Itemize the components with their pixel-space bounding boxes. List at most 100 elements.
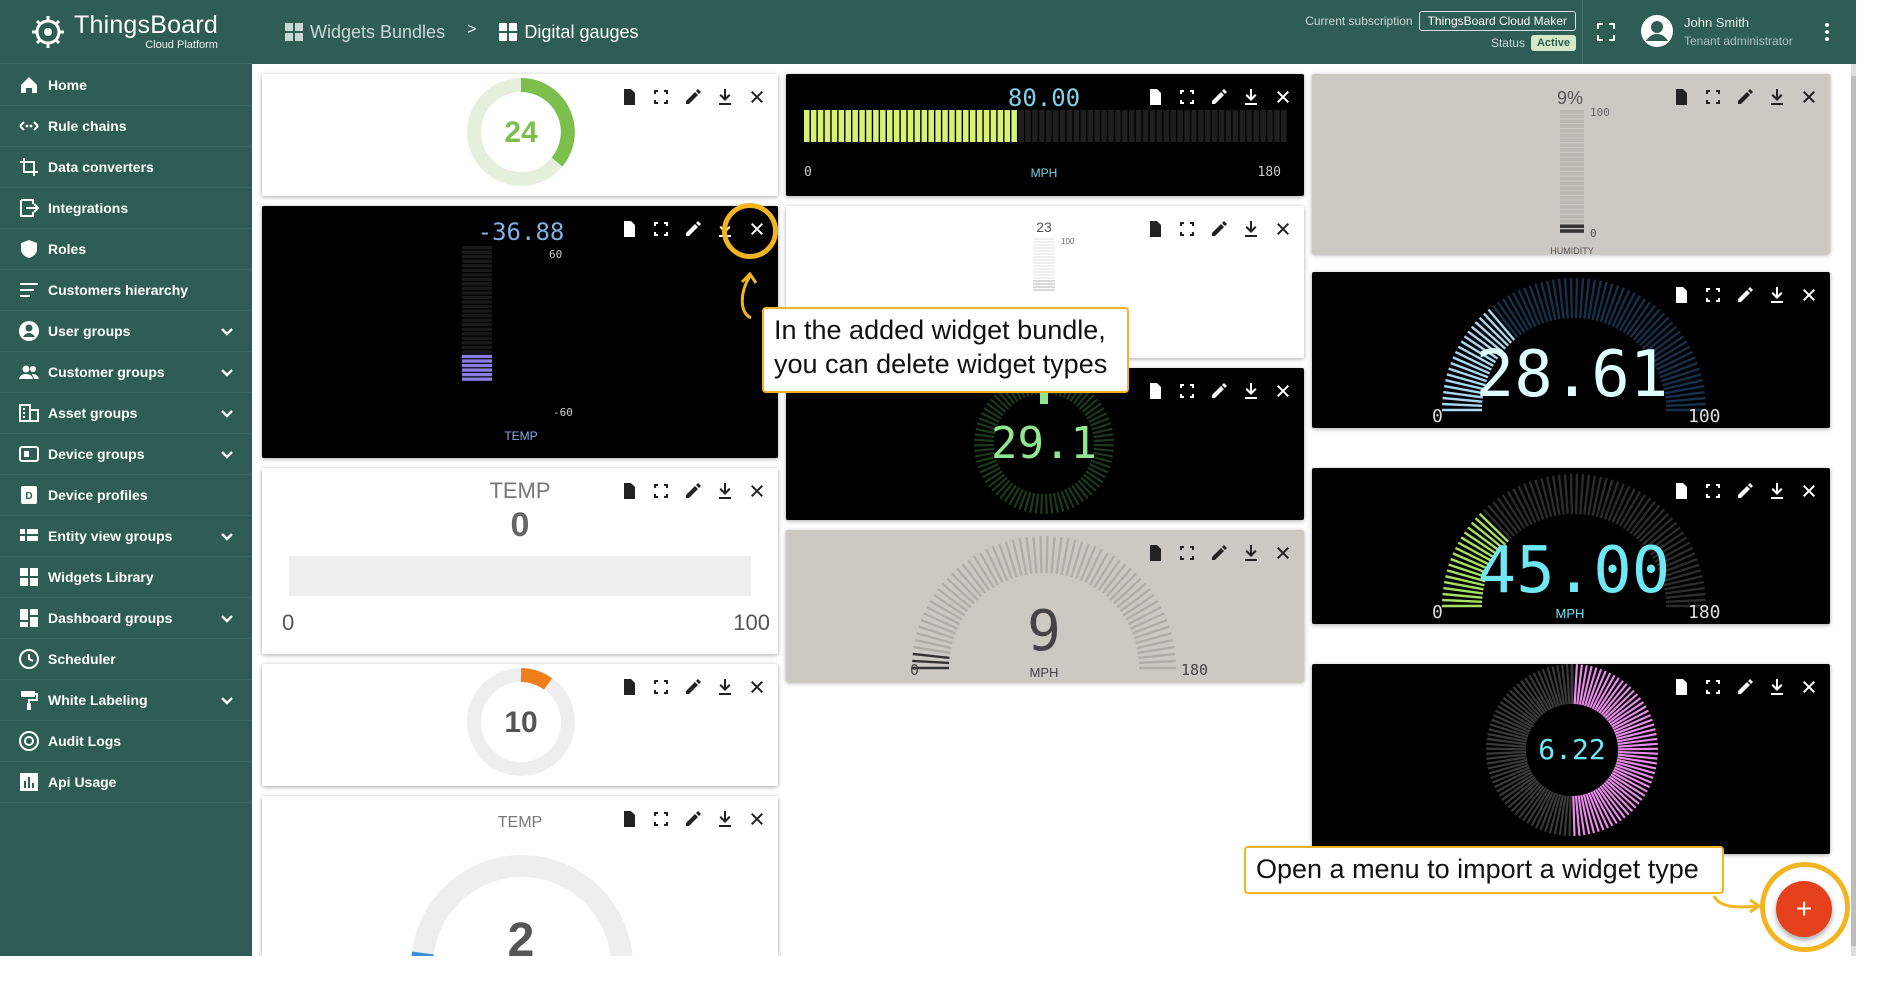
export-json-button[interactable]	[620, 810, 638, 828]
download-button[interactable]	[1242, 220, 1260, 238]
fullscreen-button[interactable]	[652, 220, 670, 238]
sidebar-item-entity-view-groups[interactable]: Entity view groups	[0, 516, 252, 557]
export-json-button[interactable]	[1146, 382, 1164, 400]
widget-card-arc-mph-grey[interactable]: 9 0 MPH 180	[786, 530, 1304, 682]
export-json-button[interactable]	[620, 88, 638, 106]
edit-button[interactable]	[684, 220, 702, 238]
chevron-down-icon[interactable]	[218, 323, 236, 341]
sidebar-item-home[interactable]: Home	[0, 65, 252, 106]
edit-button[interactable]	[1210, 382, 1228, 400]
download-button[interactable]	[1768, 286, 1786, 304]
chevron-down-icon[interactable]	[218, 405, 236, 423]
fullscreen-button[interactable]	[652, 88, 670, 106]
close-button[interactable]	[1800, 482, 1818, 500]
widget-card-horizontal-bar-mph[interactable]: 80.00 0 MPH 180	[786, 74, 1304, 196]
more-vert-icon[interactable]	[1816, 21, 1838, 43]
edit-button[interactable]	[1736, 286, 1754, 304]
download-button[interactable]	[716, 678, 734, 696]
fullscreen-button[interactable]	[1704, 678, 1722, 696]
fullscreen-button[interactable]	[1704, 286, 1722, 304]
close-button[interactable]	[748, 678, 766, 696]
export-json-button[interactable]	[620, 220, 638, 238]
sidebar-item-device-groups[interactable]: Device groups	[0, 434, 252, 475]
avatar[interactable]	[1640, 14, 1674, 48]
widget-card-donut-6[interactable]: 6.22	[1312, 664, 1830, 854]
chevron-down-icon[interactable]	[218, 610, 236, 628]
close-button[interactable]	[1274, 88, 1292, 106]
chevron-down-icon[interactable]	[218, 364, 236, 382]
fullscreen-button[interactable]	[652, 482, 670, 500]
widget-card-donut-10[interactable]: 10	[262, 664, 778, 786]
sidebar-item-customer-groups[interactable]: Customer groups	[0, 352, 252, 393]
sidebar-item-roles[interactable]: Roles	[0, 229, 252, 270]
edit-button[interactable]	[1210, 220, 1228, 238]
export-json-button[interactable]	[1146, 544, 1164, 562]
edit-button[interactable]	[1736, 482, 1754, 500]
widget-card-arc-temp[interactable]: TEMP 2	[262, 796, 778, 956]
export-json-button[interactable]	[1146, 88, 1164, 106]
sidebar-item-asset-groups[interactable]: Asset groups	[0, 393, 252, 434]
sidebar-item-rule-chains[interactable]: Rule chains	[0, 106, 252, 147]
sidebar-item-scheduler[interactable]: Scheduler	[0, 639, 252, 680]
close-button[interactable]	[1274, 220, 1292, 238]
close-button[interactable]	[1800, 678, 1818, 696]
download-button[interactable]	[1768, 678, 1786, 696]
export-json-button[interactable]	[1146, 220, 1164, 238]
edit-button[interactable]	[684, 482, 702, 500]
fullscreen-button[interactable]	[652, 678, 670, 696]
export-json-button[interactable]	[1672, 678, 1690, 696]
subscription-plan[interactable]: ThingsBoard Cloud Maker	[1418, 11, 1576, 31]
close-button[interactable]	[748, 482, 766, 500]
fullscreen-button[interactable]	[1178, 544, 1196, 562]
edit-button[interactable]	[1736, 88, 1754, 106]
close-button[interactable]	[748, 810, 766, 828]
close-button[interactable]	[748, 88, 766, 106]
sidebar-item-integrations[interactable]: Integrations	[0, 188, 252, 229]
sidebar-item-widgets-library[interactable]: Widgets Library	[0, 557, 252, 598]
fullscreen-button[interactable]	[1178, 88, 1196, 106]
edit-button[interactable]	[684, 810, 702, 828]
sidebar-item-audit-logs[interactable]: Audit Logs	[0, 721, 252, 762]
logo[interactable]: ThingsBoard Cloud Platform	[0, 0, 252, 64]
edit-button[interactable]	[684, 678, 702, 696]
fullscreen-button[interactable]	[1178, 220, 1196, 238]
close-button[interactable]	[1800, 286, 1818, 304]
scrollbar-thumb[interactable]	[1851, 76, 1856, 946]
sidebar-item-customers-hierarchy[interactable]: Customers hierarchy	[0, 270, 252, 311]
sidebar-item-user-groups[interactable]: User groups	[0, 311, 252, 352]
sidebar-item-white-labeling[interactable]: White Labeling	[0, 680, 252, 721]
export-json-button[interactable]	[1672, 482, 1690, 500]
widget-card-arc-28[interactable]: 28.61 0 100	[1312, 272, 1830, 428]
widget-card-donut-24[interactable]: 24	[262, 74, 778, 196]
edit-button[interactable]	[1210, 544, 1228, 562]
edit-button[interactable]	[1736, 678, 1754, 696]
close-button[interactable]	[1274, 382, 1292, 400]
download-button[interactable]	[1242, 544, 1260, 562]
download-button[interactable]	[716, 810, 734, 828]
chevron-down-icon[interactable]	[218, 528, 236, 546]
fullscreen-button[interactable]	[1178, 382, 1196, 400]
export-json-button[interactable]	[1672, 286, 1690, 304]
sidebar-item-data-converters[interactable]: Data converters	[0, 147, 252, 188]
export-json-button[interactable]	[620, 678, 638, 696]
download-button[interactable]	[716, 482, 734, 500]
fullscreen-button[interactable]	[652, 810, 670, 828]
chevron-down-icon[interactable]	[218, 446, 236, 464]
add-widget-type-button[interactable]: +	[1776, 881, 1832, 937]
sidebar-item-api-usage[interactable]: Api Usage	[0, 762, 252, 803]
fullscreen-icon[interactable]	[1596, 22, 1616, 42]
download-button[interactable]	[1242, 382, 1260, 400]
download-button[interactable]	[1768, 482, 1786, 500]
sidebar-item-dashboard-groups[interactable]: Dashboard groups	[0, 598, 252, 639]
fullscreen-button[interactable]	[1704, 88, 1722, 106]
sidebar-item-device-profiles[interactable]: D Device profiles	[0, 475, 252, 516]
close-button[interactable]	[1274, 544, 1292, 562]
download-button[interactable]	[716, 88, 734, 106]
fullscreen-button[interactable]	[1704, 482, 1722, 500]
widget-card-humidity[interactable]: 9% 100 0 HUMIDITY	[1312, 74, 1830, 254]
download-button[interactable]	[1768, 88, 1786, 106]
close-button[interactable]	[1800, 88, 1818, 106]
widget-card-vertical-bar-temp[interactable]: -36.88 60 -60 TEMP	[262, 206, 778, 458]
edit-button[interactable]	[1210, 88, 1228, 106]
widget-card-progress-temp[interactable]: TEMP 0 0 100	[262, 468, 778, 654]
